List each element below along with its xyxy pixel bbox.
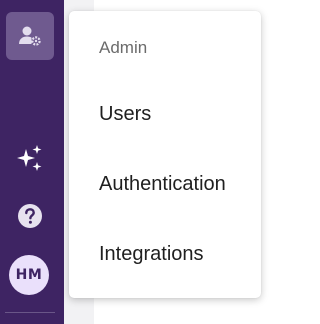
- menu-header: Admin: [99, 38, 148, 57]
- admin-menu: Admin Users Authentication Integrations: [69, 11, 261, 298]
- menu-item-integrations[interactable]: Integrations: [99, 242, 204, 266]
- menu-item-authentication[interactable]: Authentication: [99, 172, 226, 196]
- ai-button[interactable]: [14, 142, 46, 174]
- menu-item-users[interactable]: Users: [99, 102, 151, 126]
- avatar[interactable]: HM: [9, 255, 49, 295]
- help-button[interactable]: [14, 200, 46, 232]
- avatar-initials: HM: [15, 267, 43, 283]
- person-gear-icon: [19, 26, 41, 46]
- app-root: HM Admin Users Authentication Integratio…: [0, 0, 286, 324]
- help-circle-icon: [18, 204, 42, 228]
- sidebar: HM: [0, 0, 64, 324]
- sidebar-divider: [5, 312, 55, 313]
- sparkles-icon: [17, 145, 42, 171]
- admin-button[interactable]: [6, 12, 54, 60]
